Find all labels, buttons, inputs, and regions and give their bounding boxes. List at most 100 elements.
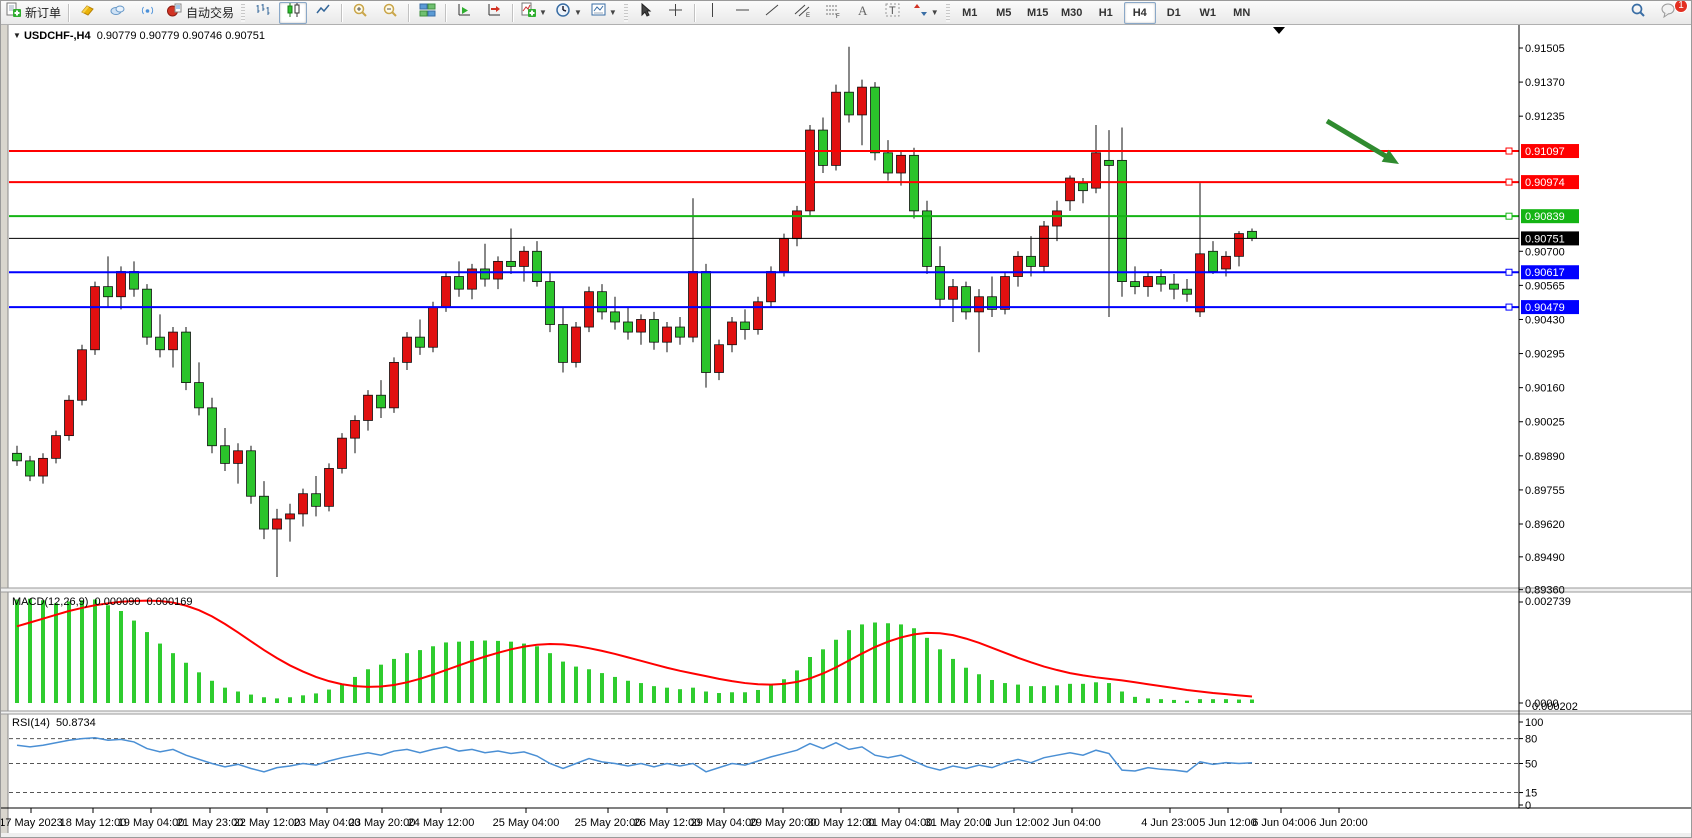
candle-bullish bbox=[338, 438, 347, 468]
candle-bearish bbox=[624, 322, 633, 332]
equidistant-channel-icon: E bbox=[794, 2, 811, 23]
candle-bullish bbox=[351, 420, 360, 438]
candle-bullish bbox=[169, 332, 178, 350]
macd-histogram-bar bbox=[886, 623, 890, 703]
new-order-button[interactable]: 新订单 bbox=[2, 2, 64, 24]
macd-histogram-bar bbox=[28, 599, 32, 703]
macd-histogram-bar bbox=[470, 641, 474, 703]
text-button[interactable]: A bbox=[849, 2, 877, 24]
support-line-1-price-text: 0.90617 bbox=[1525, 267, 1565, 279]
candle-bullish bbox=[832, 92, 841, 165]
macd-histogram-bar bbox=[652, 686, 656, 703]
vertical-line-button[interactable] bbox=[699, 2, 727, 24]
timeframe-w1-button[interactable]: W1 bbox=[1192, 2, 1224, 24]
price-tick-label: 0.90025 bbox=[1525, 417, 1565, 429]
price-tick-label: 0.90565 bbox=[1525, 280, 1565, 292]
auto-scroll-button[interactable] bbox=[450, 2, 478, 24]
macd-histogram-bar bbox=[1133, 697, 1137, 703]
trendline-button[interactable] bbox=[759, 2, 787, 24]
timeframe-m5-button[interactable]: M5 bbox=[988, 2, 1020, 24]
horizontal-line-button[interactable] bbox=[729, 2, 757, 24]
trendline-icon bbox=[764, 2, 781, 23]
chart-canvas[interactable]: 0.910970.909740.908390.906170.904790.907… bbox=[1, 1, 1692, 838]
templates-button[interactable]: ▼ bbox=[587, 2, 620, 24]
time-tick-label: 31 May 20:00 bbox=[925, 817, 992, 829]
line-chart-button[interactable] bbox=[309, 2, 337, 24]
macd-histogram-bar bbox=[15, 599, 19, 703]
equidistant-channel-button[interactable]: E bbox=[789, 2, 817, 24]
zoom-in-button[interactable] bbox=[346, 2, 374, 24]
price-tick-label: 0.90430 bbox=[1525, 314, 1565, 326]
periods-button[interactable]: ▼ bbox=[552, 2, 585, 24]
candle-bearish bbox=[104, 287, 113, 297]
macd-histogram-bar bbox=[574, 667, 578, 703]
crosshair-button[interactable] bbox=[662, 2, 690, 24]
macd-histogram-bar bbox=[80, 600, 84, 703]
macd-histogram-bar bbox=[847, 630, 851, 703]
macd-histogram-bar bbox=[67, 601, 71, 703]
charts-group-button[interactable] bbox=[103, 2, 131, 24]
bottom-window-edge bbox=[1, 833, 1692, 838]
chart-shift-icon bbox=[486, 2, 503, 23]
candle-bullish bbox=[39, 458, 48, 476]
market-watch-button[interactable] bbox=[73, 2, 101, 24]
support-line-2-handle[interactable] bbox=[1506, 304, 1512, 310]
resistance-line-2-handle[interactable] bbox=[1506, 179, 1512, 185]
candle-bullish bbox=[728, 322, 737, 345]
macd-histogram-bar bbox=[548, 653, 552, 703]
arrows-button[interactable]: ▼ bbox=[909, 2, 942, 24]
resistance-line-2-price-text: 0.90974 bbox=[1525, 177, 1565, 189]
macd-histogram-bar bbox=[821, 649, 825, 703]
price-tick-label: 0.91505 bbox=[1525, 43, 1565, 55]
autotrading-button[interactable]: 自动交易 bbox=[163, 2, 237, 24]
candlestick-chart-icon bbox=[285, 2, 302, 23]
bar-chart-button[interactable] bbox=[249, 2, 277, 24]
sep1 bbox=[68, 4, 69, 22]
time-tick-label: 2 Jun 04:00 bbox=[1043, 817, 1101, 829]
candle-bullish bbox=[364, 395, 373, 420]
timeframe-m15-button[interactable]: M15 bbox=[1022, 2, 1054, 24]
search-button[interactable] bbox=[1624, 2, 1652, 24]
zoom-out-button[interactable] bbox=[376, 2, 404, 24]
chart-shift-button[interactable] bbox=[480, 2, 508, 24]
cursor-button[interactable] bbox=[632, 2, 660, 24]
candle-bullish bbox=[715, 345, 724, 373]
notifications-button[interactable]: 1 bbox=[1654, 2, 1682, 24]
pane-separator[interactable] bbox=[1, 588, 1692, 592]
timeframe-d1-button[interactable]: D1 bbox=[1158, 2, 1190, 24]
candle-bullish bbox=[767, 271, 776, 301]
timeframe-h1-button[interactable]: H1 bbox=[1090, 2, 1122, 24]
timeframe-m30-button[interactable]: M30 bbox=[1056, 2, 1088, 24]
timeframe-m1-button[interactable]: M1 bbox=[954, 2, 986, 24]
candle-bearish bbox=[377, 395, 386, 408]
macd-histogram-bar bbox=[769, 685, 773, 703]
timeframe-h4-button[interactable]: H4 bbox=[1124, 2, 1156, 24]
tile-windows-button[interactable] bbox=[413, 2, 441, 24]
timeframe-mn-button[interactable]: MN bbox=[1226, 2, 1258, 24]
candle-bearish bbox=[910, 155, 919, 211]
chart-dropdown-icon[interactable]: ▼ bbox=[13, 31, 21, 40]
macd-histogram-bar bbox=[951, 659, 955, 703]
candle-bullish bbox=[520, 251, 529, 266]
vertical-line-icon bbox=[704, 2, 721, 23]
time-tick-label: 31 May 04:00 bbox=[866, 817, 933, 829]
candle-bullish bbox=[754, 302, 763, 330]
autotrading-button-label: 自动交易 bbox=[186, 4, 234, 21]
indicators-button[interactable]: ▼ bbox=[517, 2, 550, 24]
fibonacci-button[interactable]: F bbox=[819, 2, 847, 24]
candle-bullish bbox=[78, 350, 87, 401]
candle-bearish bbox=[845, 92, 854, 115]
candlestick-chart-button[interactable] bbox=[279, 2, 307, 24]
resistance-line-1-handle[interactable] bbox=[1506, 148, 1512, 154]
candle-bearish bbox=[26, 461, 35, 476]
pivot-line-handle[interactable] bbox=[1506, 213, 1512, 219]
signals-button[interactable] bbox=[133, 2, 161, 24]
text-label-button[interactable]: T bbox=[879, 2, 907, 24]
macd-histogram-bar bbox=[353, 677, 357, 703]
candle-bearish bbox=[507, 261, 516, 266]
macd-histogram-bar bbox=[678, 689, 682, 703]
support-line-1-handle[interactable] bbox=[1506, 269, 1512, 275]
candle-bullish bbox=[299, 494, 308, 514]
macd-histogram-bar bbox=[626, 681, 630, 703]
price-tick-label: 0.90700 bbox=[1525, 246, 1565, 258]
